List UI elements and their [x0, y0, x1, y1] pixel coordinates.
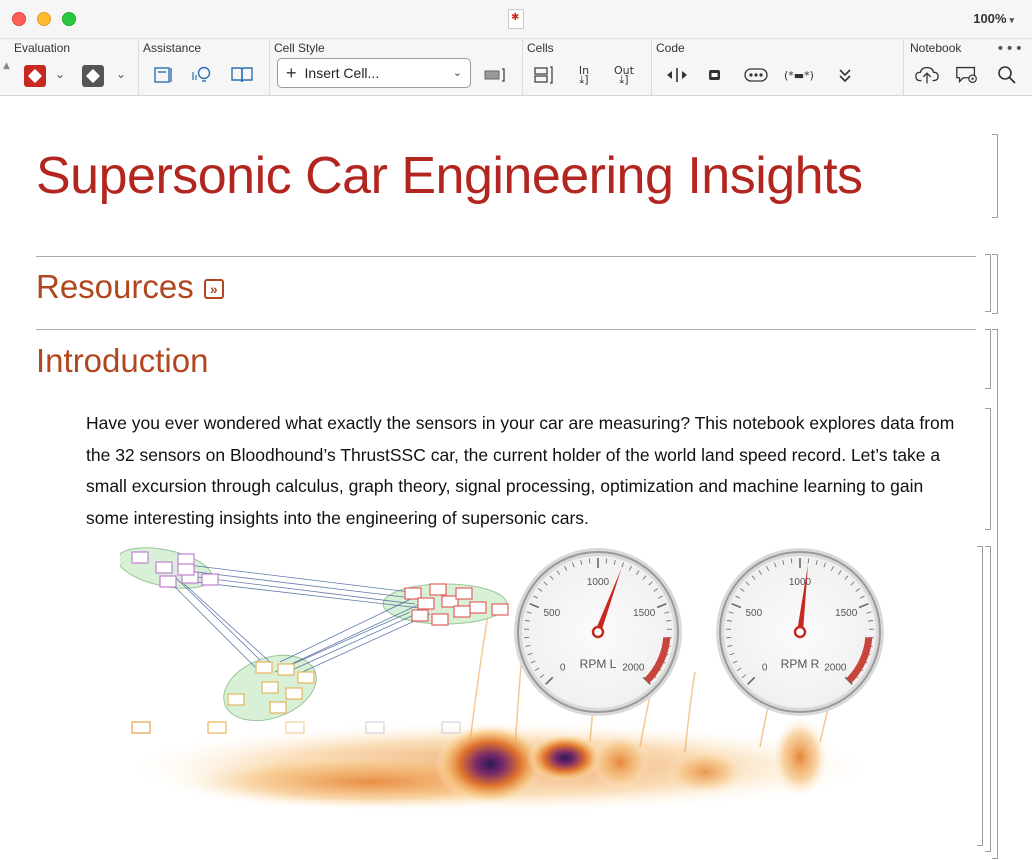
notebook-settings-icon[interactable] [954, 63, 980, 87]
zoom-level: 100% [973, 11, 1007, 26]
notebook-group: Notebook ••• [904, 39, 1032, 96]
cell-bracket-icon[interactable] [482, 63, 508, 87]
split-cell-icon[interactable] [531, 63, 557, 87]
gauge-tick-label: 0 [560, 662, 566, 673]
gauge-tick-label: 500 [543, 608, 560, 619]
evaluate-notebook-icon[interactable] [24, 65, 46, 87]
notebook-document-icon [508, 9, 524, 29]
double-chevron-down-icon[interactable] [832, 63, 858, 87]
arrow-down-icon: ⤓] [619, 73, 629, 86]
insert-output-cell-icon[interactable]: Out ⤓] [611, 63, 637, 87]
cloud-upload-icon[interactable] [914, 63, 940, 87]
assistance-label: Assistance [143, 41, 202, 55]
cell-group-bracket[interactable] [992, 329, 998, 859]
code-group: Code (*▬*) [652, 39, 904, 96]
documentation-book-icon[interactable] [229, 63, 255, 87]
gauge-tick-label: 2000 [622, 662, 645, 673]
evaluation-label: Evaluation [14, 41, 71, 55]
gauge-tick-label: 500 [745, 608, 762, 619]
suggestions-bulb-icon[interactable] [189, 63, 215, 87]
section-introduction[interactable]: Introduction [36, 342, 208, 380]
comment-code-icon[interactable]: (*▬*) [782, 63, 816, 87]
more-options-icon[interactable]: ••• [996, 41, 1024, 57]
sensor-insights-illustration: 0 500 1000 1500 2000 RPM L 0 500 1000 1500 2000 RP… [120, 547, 884, 812]
gauge-tick-label: 1500 [633, 608, 656, 619]
abort-evaluation-icon[interactable] [82, 65, 104, 87]
gauge-tick-label: 1500 [835, 608, 858, 619]
intro-paragraph[interactable]: Have you ever wondered what exactly the … [86, 408, 966, 534]
insert-cell-label: Insert Cell... [304, 65, 380, 81]
cell-bracket[interactable] [985, 329, 991, 389]
cells-label: Cells [527, 41, 554, 55]
iconize-icon[interactable] [702, 63, 728, 87]
arrow-down-icon: ⤓] [579, 73, 589, 86]
plus-icon: + [286, 63, 297, 83]
cells-group: Cells In ⤓] Out ⤓] [523, 39, 652, 96]
gauge-tick-label: 2000 [824, 662, 847, 673]
gauge-tick-label: 1000 [789, 577, 812, 588]
notebook-label: Notebook [910, 41, 962, 55]
cell-bracket[interactable] [992, 134, 998, 218]
section-divider [36, 329, 976, 330]
assistance-group: Assistance [139, 39, 270, 96]
gauge-label: RPM R [781, 657, 820, 671]
cell-group-bracket[interactable] [992, 254, 998, 314]
minimize-window-button[interactable] [37, 12, 51, 26]
expand-link-icon[interactable]: » [203, 279, 224, 300]
cell-bracket[interactable] [985, 254, 991, 312]
section-divider [36, 256, 976, 257]
toolbar: ▲ Evaluation ⌄ ⌄ Assistance Cell Style C… [0, 38, 1032, 96]
gauge-tick-label: 0 [762, 662, 768, 673]
cell-style-label: Cell Style [274, 41, 325, 55]
evaluation-group: Evaluation ⌄ ⌄ [0, 39, 139, 96]
ellipsis-button[interactable] [743, 63, 769, 87]
close-window-button[interactable] [12, 12, 26, 26]
cell-bracket[interactable] [977, 546, 983, 846]
code-label: Code [656, 41, 685, 55]
gauge-hub [591, 625, 605, 639]
chevron-down-icon[interactable]: ⌄ [55, 67, 65, 81]
chevron-down-icon[interactable]: ⌄ [116, 67, 126, 81]
notebook-title[interactable]: Supersonic Car Engineering Insights [36, 146, 863, 206]
search-icon[interactable] [994, 63, 1020, 87]
cell-bracket[interactable] [985, 546, 991, 852]
title-bar: 100%▾ [0, 0, 1032, 38]
rpm-right-gauge: 0 500 1000 1500 2000 RPM R [716, 548, 884, 716]
maximize-window-button[interactable] [62, 12, 76, 26]
chevron-down-icon: ▾ [1009, 15, 1014, 25]
section-resources-label: Resources [36, 268, 194, 305]
gauge-hub [793, 625, 807, 639]
zoom-menu[interactable]: 100% ▾ [973, 11, 1014, 26]
insert-cell-dropdown[interactable]: + Insert Cell... ⌄ [277, 58, 471, 88]
notebook-content: Supersonic Car Engineering Insights Reso… [0, 96, 1032, 860]
cell-bracket[interactable] [985, 408, 991, 530]
gauge-tick-label: 1000 [587, 577, 610, 588]
format-code-icon[interactable] [664, 63, 690, 87]
section-resources[interactable]: Resources » [36, 268, 224, 306]
insert-input-cell-icon[interactable]: In ⤓] [571, 63, 597, 87]
gauge-label: RPM L [580, 657, 617, 671]
input-assistant-icon[interactable] [151, 63, 177, 87]
rpm-left-gauge: 0 500 1000 1500 2000 RPM L [514, 548, 682, 716]
chevron-down-icon: ⌄ [452, 67, 462, 79]
